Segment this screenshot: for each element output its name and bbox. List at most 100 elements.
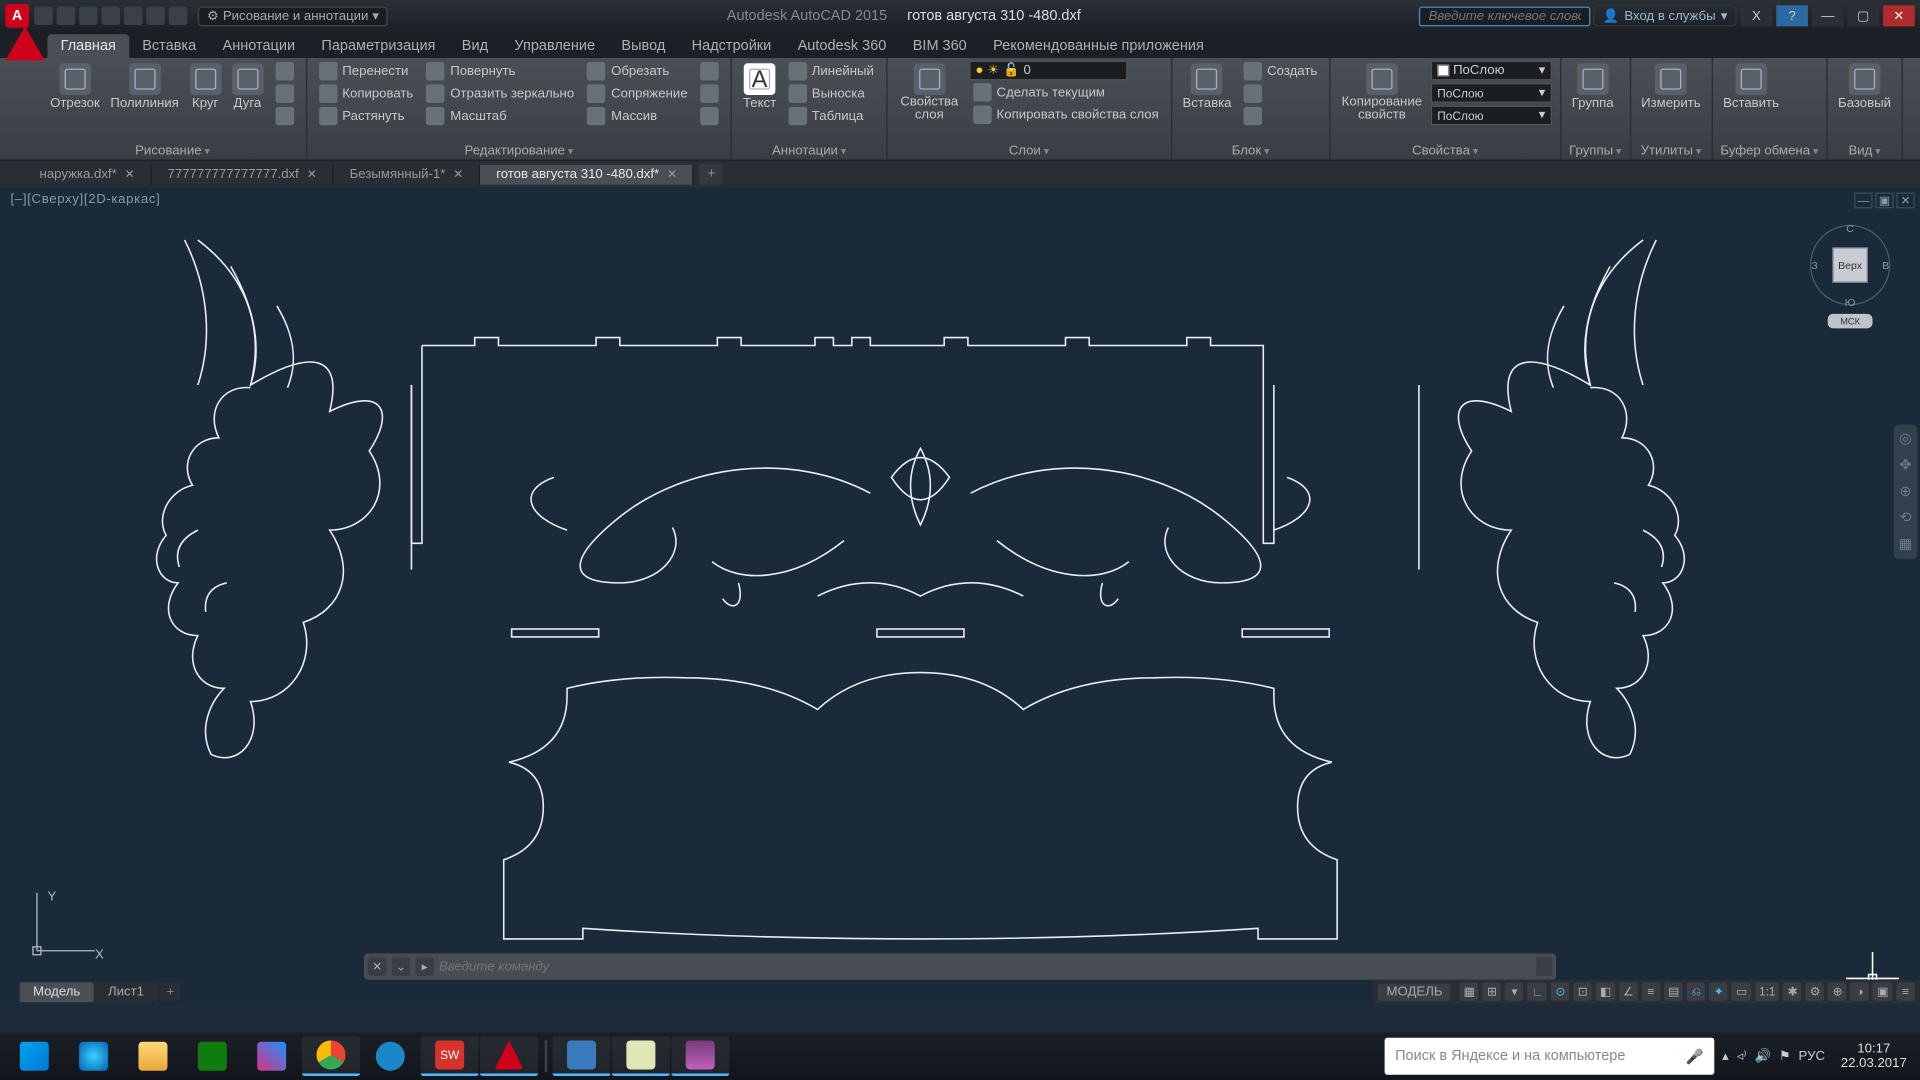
taskbar-notepad[interactable] [612,1036,670,1076]
block-mini-2[interactable] [1239,83,1321,104]
panel-view-title[interactable]: Вид [1835,142,1893,159]
tray-network-icon[interactable]: ◃⁾ [1737,1049,1747,1064]
workspace-switch[interactable]: ⚙ [1806,982,1825,1000]
ribbon-tab-view[interactable]: Вид [449,34,502,58]
measure-button[interactable]: Измерить [1638,61,1703,114]
quick-props[interactable]: ▭ [1732,982,1751,1000]
layer-props-button[interactable]: Свойства слоя [895,61,964,126]
match-props-button[interactable]: Копирование свойств [1338,61,1425,126]
tray-volume-icon[interactable]: 🔊 [1754,1049,1770,1064]
minimize-button[interactable]: — [1812,5,1844,26]
lwt-toggle[interactable]: ≡ [1642,982,1660,1000]
taskbar-chrome[interactable] [302,1036,360,1076]
qat-saveas-icon[interactable] [102,7,120,25]
panel-draw-title[interactable]: Рисование [47,142,297,159]
command-line[interactable]: ✕ ⌄ ▸ [364,953,1556,979]
cmdline-recent-icon[interactable]: ▸ [415,957,433,975]
start-button[interactable] [5,1036,63,1076]
cmdline-options-icon[interactable]: ⌄ [392,957,410,975]
tray-flag-icon[interactable]: ⚑ [1779,1049,1791,1064]
hardware-accel[interactable]: ⊕ [1828,982,1846,1000]
taskbar-solidworks[interactable]: SW [421,1036,479,1076]
move-button[interactable]: Перенести [315,61,418,82]
command-input[interactable] [439,959,1531,974]
cmdline-close-icon[interactable]: ✕ [368,957,386,975]
baseview-button[interactable]: Базовый [1835,61,1893,114]
layer-dropdown[interactable]: ● ☀ 🔓 0 [969,61,1127,81]
qat-save-icon[interactable] [79,7,97,25]
transparency-toggle[interactable]: ▤ [1664,982,1683,1000]
infer-toggle[interactable]: ▾ [1505,982,1523,1000]
ribbon-tab-annotate[interactable]: Аннотации [209,34,308,58]
color-dropdown[interactable]: ПоСлою▾ [1431,61,1552,81]
taskbar-autocad[interactable] [480,1036,538,1076]
modify-mini-1[interactable] [697,61,723,82]
modify-mini-2[interactable] [697,83,723,104]
panel-layers-title[interactable]: Слои [895,142,1163,159]
mirror-button[interactable]: Отразить зеркально [423,83,579,104]
polyline-button[interactable]: Полилиния [108,61,182,114]
leader-button[interactable]: Выноска [784,83,878,104]
tray-expand-icon[interactable]: ▴ [1722,1049,1729,1064]
autocad-logo-icon[interactable] [5,26,45,60]
qat-open-icon[interactable] [57,7,75,25]
ortho-toggle[interactable]: ∟ [1528,982,1548,1000]
isolate-objects[interactable]: ◑ [1851,982,1869,1000]
lineweight-dropdown[interactable]: ПоСлою▾ [1431,83,1552,103]
taskbar-app1[interactable] [361,1036,419,1076]
signin-button[interactable]: 👤 Вход в службы ▾ [1593,5,1736,26]
doctab-3[interactable]: готов августа 310 -480.dxf*✕ [480,164,694,184]
panel-block-title[interactable]: Блок [1180,142,1321,159]
dyn-input[interactable]: ✦ [1710,982,1728,1000]
doctab-1[interactable]: 777777777777777.dxf✕ [152,164,334,184]
doctab-2[interactable]: Безымянный-1*✕ [334,164,481,184]
panel-utils-title[interactable]: Утилиты [1638,142,1703,159]
qat-undo-icon[interactable] [146,7,164,25]
otrack-toggle[interactable]: ∠ [1619,982,1638,1000]
trim-button[interactable]: Обрезать [583,61,691,82]
taskbar-ie[interactable] [65,1036,123,1076]
ribbon-tab-home[interactable]: Главная [47,34,129,58]
group-button[interactable]: Группа [1569,61,1616,114]
infocenter-search[interactable] [1419,6,1590,26]
taskbar-winrar[interactable] [671,1036,729,1076]
yandex-searchbar[interactable]: Поиск в Яндексе и на компьютере 🎤 [1385,1038,1715,1075]
insert-block-button[interactable]: Вставка [1180,61,1234,114]
close-icon[interactable]: ✕ [307,167,317,182]
osnap-toggle[interactable]: ⊡ [1574,982,1592,1000]
ribbon-tab-output[interactable]: Вывод [608,34,678,58]
text-button[interactable]: AТекст [740,61,778,114]
polar-toggle[interactable]: ⊙ [1551,982,1569,1000]
selection-cycle[interactable]: ⎌ [1687,982,1705,1000]
new-doc-button[interactable]: + [699,164,723,185]
ribbon-tab-parametric[interactable]: Параметризация [308,34,448,58]
panel-props-title[interactable]: Свойства [1338,142,1552,159]
3dosnap-toggle[interactable]: ◧ [1596,982,1615,1000]
workspace-dropdown[interactable]: ⚙ Рисование и аннотации ▾ [198,6,388,26]
snap-toggle[interactable]: ⊞ [1483,982,1501,1000]
doctab-0[interactable]: наружка.dxf*✕ [24,164,152,184]
table-button[interactable]: Таблица [784,105,878,126]
drawing-canvas[interactable]: [–][Сверху][2D-каркас] — ▣ ✕ Верх С З В … [0,187,1920,1003]
panel-annot-title[interactable]: Аннотации [740,142,878,159]
array-button[interactable]: Массив [583,105,691,126]
close-button[interactable]: ✕ [1883,5,1915,26]
app-menu-button[interactable]: A [5,4,29,28]
exchange-apps-icon[interactable]: X [1741,5,1773,26]
close-icon[interactable]: ✕ [667,167,677,182]
maximize-button[interactable]: ▢ [1847,5,1879,26]
arc-button[interactable]: Дуга [229,61,266,114]
create-block-button[interactable]: Создать [1239,61,1321,82]
scale-button[interactable]: Масштаб [423,105,579,126]
help-button[interactable]: ? [1776,5,1808,26]
close-icon[interactable]: ✕ [125,167,135,182]
qat-plot-icon[interactable] [124,7,142,25]
mic-icon[interactable]: 🎤 [1686,1048,1704,1065]
tray-lang[interactable]: РУС [1799,1049,1825,1064]
qat-redo-icon[interactable] [169,7,187,25]
modify-mini-3[interactable] [697,105,723,126]
ribbon-tab-a360[interactable]: Autodesk 360 [784,34,899,58]
make-current-button[interactable]: Сделать текущим [969,82,1163,103]
block-mini-3[interactable] [1239,105,1321,126]
taskbar-app2[interactable] [553,1036,611,1076]
